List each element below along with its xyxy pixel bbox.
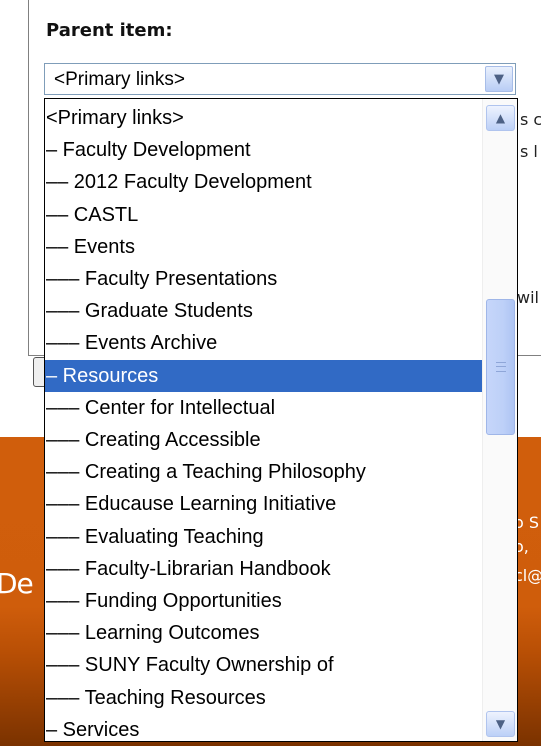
parent-item-dropdown-list[interactable]: <Primary links> – Faculty Development –– 2… [44, 98, 518, 742]
dropdown-option-label: ––– Graduate Students [46, 300, 253, 323]
dropdown-option[interactable]: ––– Funding Opportunities [45, 585, 483, 617]
dropdown-option[interactable]: <Primary links> [45, 102, 483, 134]
dropdown-option[interactable]: –– 2012 Faculty Development [45, 166, 483, 198]
scroll-thumb[interactable] [486, 299, 515, 435]
dropdown-option-label: ––– Funding Opportunities [46, 590, 282, 612]
dropdown-option[interactable]: –– Events [45, 231, 483, 263]
description-fragment-3: wil [517, 288, 539, 307]
dropdown-option[interactable]: ––– Teaching Resources [45, 682, 483, 714]
dropdown-option-label: ––– Teaching Resources [46, 686, 266, 709]
dropdown-option[interactable]: ––– Learning Outcomes [45, 617, 483, 649]
dropdown-option[interactable]: – Faculty Development [45, 134, 483, 166]
dropdown-option[interactable]: –– CASTL [45, 199, 483, 231]
footer-text-fragment-2: o, [514, 537, 529, 556]
dropdown-scrollbar[interactable]: ▲ ▼ [482, 99, 517, 741]
scroll-down-icon[interactable]: ▼ [486, 711, 515, 737]
dropdown-option[interactable]: ––– Creating Accessible [45, 424, 483, 456]
dropdown-option[interactable]: ––– Center for Intellectual [45, 392, 483, 424]
footer-text-fragment-1: o S [514, 513, 540, 532]
dropdown-option-label: ––– SUNY Faculty Ownership of [46, 654, 334, 677]
dropdown-option-label: ––– Faculty Presentations [46, 268, 278, 290]
select-current-value: <Primary links> [54, 69, 185, 90]
parent-item-select[interactable]: <Primary links> ▼ [44, 63, 516, 95]
dropdown-option[interactable]: ––– SUNY Faculty Ownership of [45, 649, 483, 681]
dropdown-option-label: –– Events [46, 235, 135, 258]
dropdown-option[interactable]: ––– Faculty Presentations [45, 263, 483, 295]
dropdown-option-label: –– CASTL [46, 203, 139, 226]
dropdown-option-label: – Faculty Development [46, 139, 251, 162]
dropdown-option-label: ––– Events Archive [46, 332, 218, 355]
footer-title-fragment: De [0, 567, 34, 600]
dropdown-option[interactable]: – Services [45, 714, 483, 741]
dropdown-option-label: ––– Creating Accessible [46, 429, 261, 451]
dropdown-option[interactable]: ––– Evaluating Teaching [45, 521, 483, 553]
dropdown-option[interactable]: ––– Faculty-Librarian Handbook [45, 553, 483, 585]
footer-link-fragment[interactable]: cl@ [514, 566, 541, 585]
dropdown-option[interactable]: ––– Graduate Students [45, 295, 483, 327]
description-fragment-2: s l [520, 142, 538, 161]
dropdown-option[interactable]: – Resources [45, 359, 483, 392]
dropdown-option-label: ––– Center for Intellectual [46, 396, 276, 419]
dropdown-option-label: ––– Faculty-Librarian Handbook [46, 557, 331, 580]
dropdown-option-label: ––– Creating a Teaching Philosophy [46, 461, 366, 484]
dropdown-option-label: –– 2012 Faculty Development [46, 171, 312, 194]
dropdown-option-label: – Services [46, 718, 140, 741]
dropdown-option[interactable]: ––– Educause Learning Initiative [45, 488, 483, 520]
dropdown-option-label: – Resources [46, 364, 159, 387]
dropdown-option-label: ––– Learning Outcomes [46, 622, 260, 645]
dropdown-option-label: ––– Evaluating Teaching [46, 525, 264, 548]
dropdown-option-label: <Primary links> [46, 107, 184, 129]
chevron-down-icon[interactable]: ▼ [485, 66, 513, 92]
dropdown-option[interactable]: ––– Events Archive [45, 327, 483, 359]
description-fragment-1: s c [520, 110, 541, 129]
parent-item-label: Parent item: [46, 20, 173, 41]
dropdown-option-label: ––– Educause Learning Initiative [46, 493, 337, 516]
grip-icon [496, 362, 506, 372]
scroll-up-icon[interactable]: ▲ [486, 105, 515, 131]
dropdown-option[interactable]: ––– Creating a Teaching Philosophy [45, 456, 483, 488]
